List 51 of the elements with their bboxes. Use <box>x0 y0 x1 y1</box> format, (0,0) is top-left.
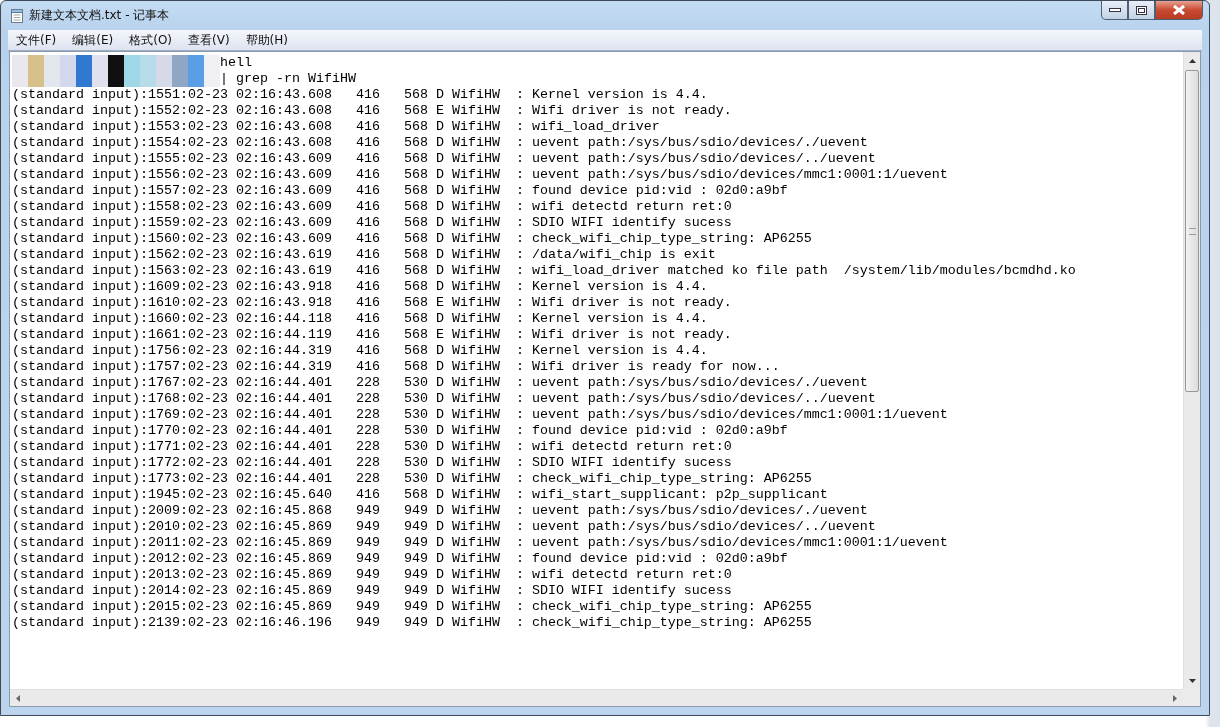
log-line: (standard input):1554:02-23 02:16:43.608 416 568 D WifiHW : uevent path:/sys/bus/sdio/devices/./uevent <box>12 135 868 151</box>
minimize-button[interactable] <box>1101 1 1128 20</box>
horizontal-scrollbar[interactable] <box>10 689 1183 706</box>
log-line: (standard input):1660:02-23 02:16:44.118 416 568 D WifiHW : Kernel version is 4.4. <box>12 311 708 327</box>
log-line: (standard input):1767:02-23 02:16:44.401 228 530 D WifiHW : uevent path:/sys/bus/sdio/devices/./uevent <box>12 375 868 391</box>
menu-item[interactable]: 编辑(E) <box>64 31 122 49</box>
log-line: (standard input):2010:02-23 02:16:45.869 949 949 D WifiHW : uevent path:/sys/bus/sdio/devices/../uevent <box>12 519 876 535</box>
log-line: (standard input):1771:02-23 02:16:44.401 228 530 D WifiHW : wifi detectd return ret:0 <box>12 439 732 455</box>
log-line: (standard input):1661:02-23 02:16:44.119 416 568 E WifiHW : Wifi driver is not ready. <box>12 327 732 343</box>
close-button[interactable] <box>1155 1 1203 20</box>
log-line: (standard input):1559:02-23 02:16:43.609 416 568 D WifiHW : SDIO WIFI identify sucess <box>12 215 732 231</box>
log-line: (standard input):2009:02-23 02:16:45.868 949 949 D WifiHW : uevent path:/sys/bus/sdio/devices/./uevent <box>12 503 868 519</box>
log-line: (standard input):1610:02-23 02:16:43.918 416 568 E WifiHW : Wifi driver is not ready. <box>12 295 732 311</box>
log-line: (standard input):1558:02-23 02:16:43.609 416 568 D WifiHW : wifi detectd return ret:0 <box>12 199 732 215</box>
log-line: (standard input):1555:02-23 02:16:43.609 416 568 D WifiHW : uevent path:/sys/bus/sdio/devices/../uevent <box>12 151 876 167</box>
log-line: (standard input):1552:02-23 02:16:43.608 416 568 E WifiHW : Wifi driver is not ready. <box>12 103 732 119</box>
log-line: (standard input):1772:02-23 02:16:44.401 228 530 D WifiHW : SDIO WIFI identify sucess <box>12 455 732 471</box>
log-line: (standard input):1945:02-23 02:16:45.640 416 568 D WifiHW : wifi_start_supplicant: p2p_supplicant <box>12 487 828 503</box>
log-line: (standard input):1770:02-23 02:16:44.401 228 530 D WifiHW : found device pid:vid : 02d0:a9bf <box>12 423 788 439</box>
log-line: (standard input):1557:02-23 02:16:43.609 416 568 D WifiHW : found device pid:vid : 02d0:a9bf <box>12 183 788 199</box>
maximize-icon <box>1136 5 1147 15</box>
log-line: (standard input):2015:02-23 02:16:45.869 949 949 D WifiHW : check_wifi_chip_type_string: AP6255 <box>12 599 812 615</box>
log-line: (standard input):1768:02-23 02:16:44.401 228 530 D WifiHW : uevent path:/sys/bus/sdio/devices/../uevent <box>12 391 876 407</box>
log-line: (standard input):1609:02-23 02:16:43.918 416 568 D WifiHW : Kernel version is 4.4. <box>12 279 708 295</box>
log-line: | grep -rn WifiHW <box>220 71 356 87</box>
menu-item[interactable]: 文件(F) <box>8 31 65 49</box>
log-line: (standard input):2014:02-23 02:16:45.869 949 949 D WifiHW : SDIO WIFI identify sucess <box>12 583 732 599</box>
log-line: (standard input):2139:02-23 02:16:46.196 949 949 D WifiHW : check_wifi_chip_type_string: AP6255 <box>12 615 812 631</box>
log-line: (standard input):1756:02-23 02:16:44.319 416 568 D WifiHW : Kernel version is 4.4. <box>12 343 708 359</box>
log-line: (standard input):1563:02-23 02:16:43.619 416 568 D WifiHW : wifi_load_driver matched ko file path /system/lib/modules/bcmdhd.ko <box>12 263 1076 279</box>
log-line: hell <box>220 55 252 71</box>
log-line: (standard input):2013:02-23 02:16:45.869 949 949 D WifiHW : wifi detectd return ret:0 <box>12 567 732 583</box>
vertical-scrollbar[interactable] <box>1183 52 1200 689</box>
menu-item[interactable]: 查看(V) <box>180 31 238 49</box>
window-title: 新建文本文档.txt - 记事本 <box>29 7 170 24</box>
log-line: (standard input):1556:02-23 02:16:43.609 416 568 D WifiHW : uevent path:/sys/bus/sdio/devices/mmc1:0001:1/uevent <box>12 167 948 183</box>
notepad-icon <box>9 7 25 24</box>
log-line: (standard input):2012:02-23 02:16:45.869 949 949 D WifiHW : found device pid:vid : 02d0:a9bf <box>12 551 788 567</box>
menu-item[interactable]: 帮助(H) <box>237 31 296 49</box>
log-line: (standard input):1773:02-23 02:16:44.401 228 530 D WifiHW : check_wifi_chip_type_string: AP6255 <box>12 471 812 487</box>
close-icon <box>1172 5 1186 15</box>
log-line: (standard input):1553:02-23 02:16:43.608 416 568 D WifiHW : wifi_load_driver <box>12 119 660 135</box>
minimize-icon <box>1108 7 1121 13</box>
log-line: (standard input):1769:02-23 02:16:44.401 228 530 D WifiHW : uevent path:/sys/bus/sdio/devices/mmc1:0001:1/uevent <box>12 407 948 423</box>
log-line: (standard input):2011:02-23 02:16:45.869 949 949 D WifiHW : uevent path:/sys/bus/sdio/devices/mmc1:0001:1/uevent <box>12 535 948 551</box>
log-line: (standard input):1551:02-23 02:16:43.608 416 568 D WifiHW : Kernel version is 4.4. <box>12 87 708 103</box>
maximize-button[interactable] <box>1128 1 1155 20</box>
log-line: (standard input):1757:02-23 02:16:44.319 416 568 D WifiHW : Wifi driver is ready for now... <box>12 359 780 375</box>
menu-item[interactable]: 格式(O) <box>121 31 181 49</box>
log-line: (standard input):1562:02-23 02:16:43.619 416 568 D WifiHW : /data/wifi_chip is exit <box>12 247 716 263</box>
log-line: (standard input):1560:02-23 02:16:43.609 416 568 D WifiHW : check_wifi_chip_type_string: AP6255 <box>12 231 812 247</box>
